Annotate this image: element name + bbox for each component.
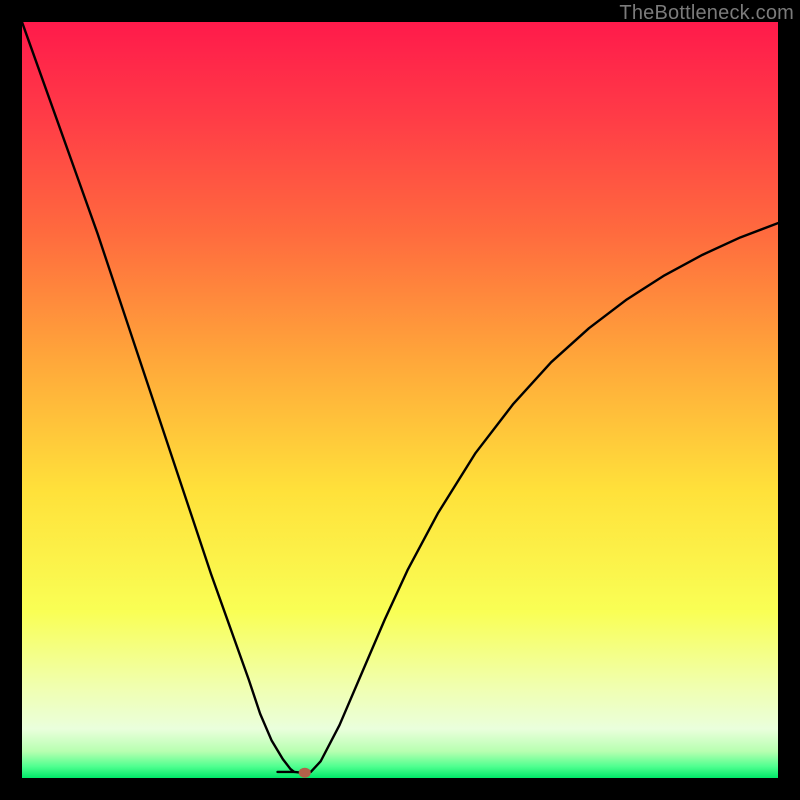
chart-frame: [22, 22, 778, 778]
chart-svg: [22, 22, 778, 778]
chart-background: [22, 22, 778, 778]
watermark-text: TheBottleneck.com: [619, 2, 794, 25]
minimum-marker: [299, 768, 311, 778]
